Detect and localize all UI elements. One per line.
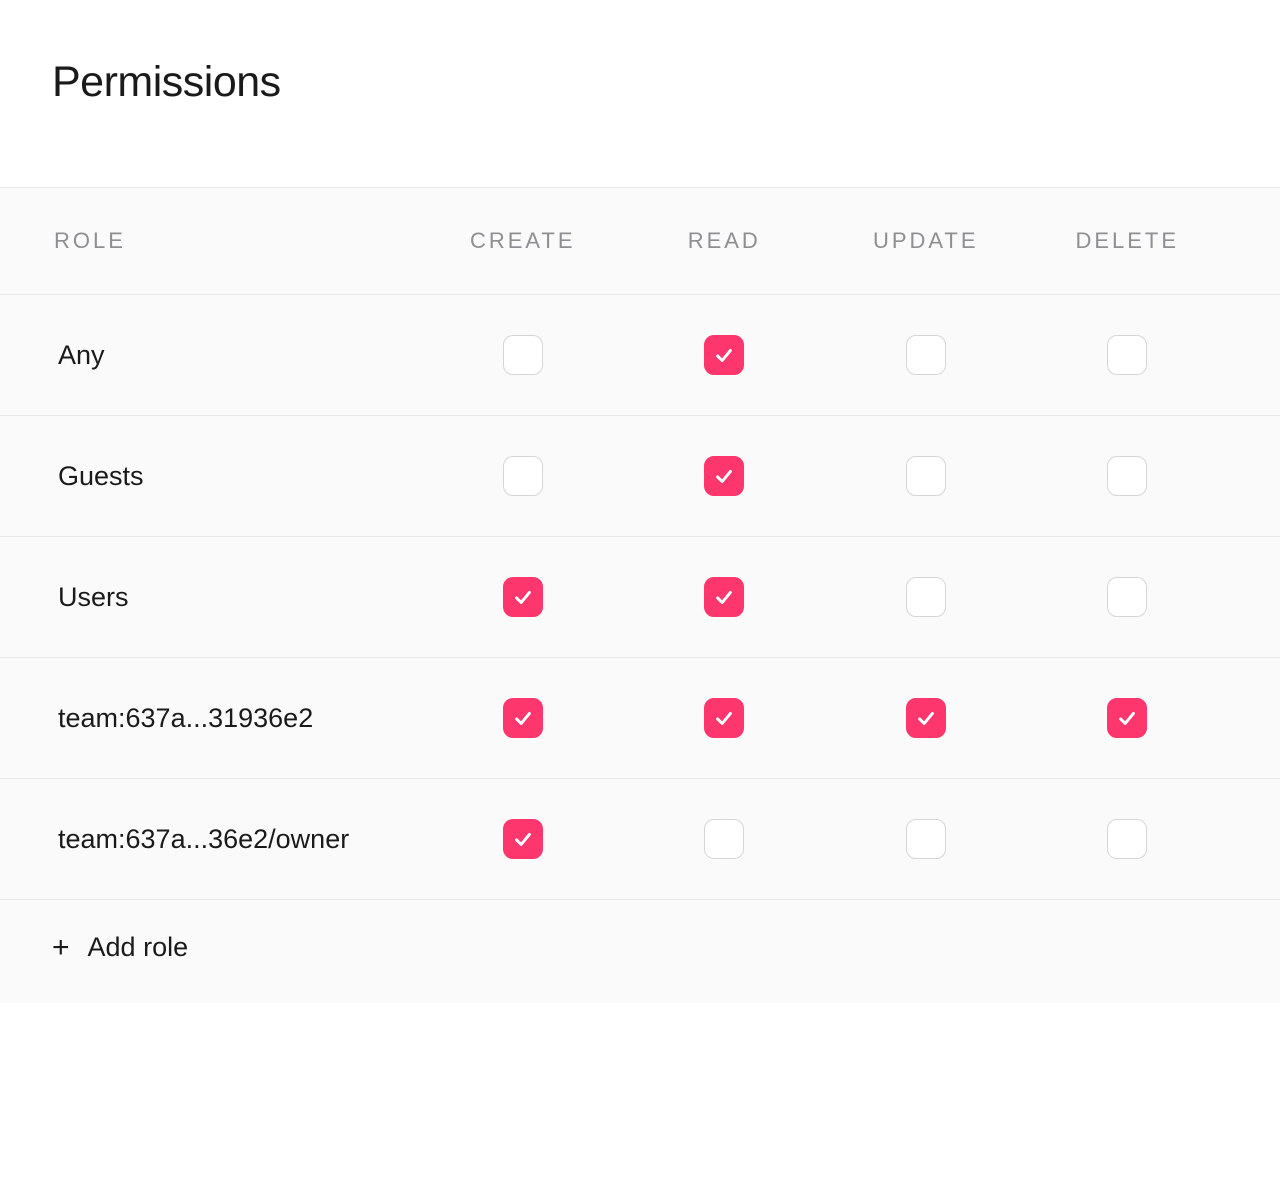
role-cell: team:637a...31936e2 [52,703,422,734]
check-icon [512,707,534,729]
check-icon [915,707,937,729]
checkbox-update[interactable] [906,456,946,496]
checkbox-update[interactable] [906,577,946,617]
column-header-role: Role [52,228,422,254]
checkbox-create[interactable] [503,819,543,859]
checkbox-delete[interactable] [1107,456,1147,496]
checkbox-read[interactable] [704,819,744,859]
column-header-update: Update [825,228,1027,254]
column-header-create: Create [422,228,624,254]
check-icon [713,344,735,366]
check-icon [512,828,534,850]
checkbox-delete[interactable] [1107,819,1147,859]
table-row: team:637a...31936e2 [0,658,1280,779]
checkbox-create[interactable] [503,577,543,617]
checkbox-update[interactable] [906,819,946,859]
checkbox-read[interactable] [704,577,744,617]
checkbox-update[interactable] [906,698,946,738]
page-title: Permissions [52,58,1228,107]
table-row: team:637a...36e2/owner [0,779,1280,900]
check-icon [512,586,534,608]
checkbox-delete[interactable] [1107,698,1147,738]
checkbox-create[interactable] [503,456,543,496]
add-role-button[interactable]: + Add role [0,900,1280,963]
role-cell: Any [52,340,422,371]
page-header: Permissions [0,0,1280,187]
table-row: Users [0,537,1280,658]
role-cell: Users [52,582,422,613]
column-header-read: Read [624,228,826,254]
check-icon [713,707,735,729]
role-cell: Guests [52,461,422,492]
check-icon [713,465,735,487]
plus-icon: + [52,933,70,963]
table-row: Any [0,295,1280,416]
checkbox-read[interactable] [704,456,744,496]
checkbox-read[interactable] [704,335,744,375]
checkbox-update[interactable] [906,335,946,375]
column-header-delete: Delete [1027,228,1229,254]
table-row: Guests [0,416,1280,537]
check-icon [1116,707,1138,729]
checkbox-create[interactable] [503,335,543,375]
checkbox-read[interactable] [704,698,744,738]
checkbox-delete[interactable] [1107,335,1147,375]
add-role-label: Add role [88,932,189,963]
role-cell: team:637a...36e2/owner [52,824,422,855]
checkbox-delete[interactable] [1107,577,1147,617]
check-icon [713,586,735,608]
table-header-row: Role Create Read Update Delete [0,188,1280,295]
checkbox-create[interactable] [503,698,543,738]
permissions-table: Role Create Read Update Delete Any Guests… [0,187,1280,1003]
